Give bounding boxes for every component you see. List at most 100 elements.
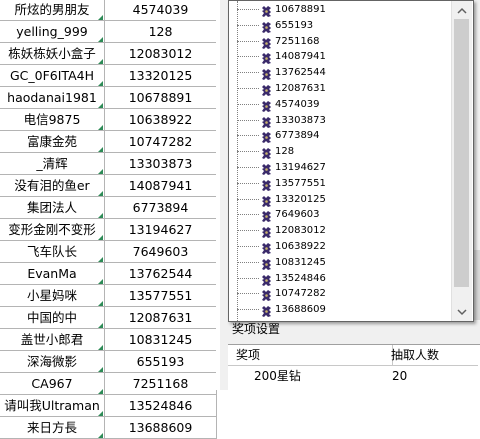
user-id-cell[interactable]: 7251168 bbox=[105, 373, 217, 395]
list-item[interactable]: 4574039 bbox=[229, 97, 451, 112]
table-row: 集团法人 6773894 bbox=[0, 197, 218, 219]
list-item-label: 13303873 bbox=[275, 114, 326, 126]
user-id-cell[interactable]: 14087941 bbox=[105, 175, 217, 197]
count-column-header[interactable]: 抽取人数 bbox=[385, 345, 478, 366]
nickname-cell[interactable]: yelling_999 bbox=[0, 21, 105, 43]
nickname-cell[interactable]: 所炫的男朋友 bbox=[0, 0, 105, 21]
prize-column-header[interactable]: 奖项 bbox=[228, 345, 393, 366]
list-item-label: 12087631 bbox=[275, 83, 326, 94]
user-icon bbox=[261, 19, 272, 33]
nickname-cell[interactable]: GC_0F6ITA4H bbox=[0, 65, 105, 87]
prize-table[interactable]: 奖项 抽取人数 200星钻 20 bbox=[228, 344, 480, 391]
user-id-cell[interactable]: 10638922 bbox=[105, 109, 217, 131]
list-item[interactable]: 14087941 bbox=[229, 49, 451, 65]
user-icon bbox=[261, 224, 272, 239]
user-id-cell[interactable]: 12083012 bbox=[105, 43, 217, 65]
nickname-cell[interactable]: 电信9875 bbox=[0, 109, 105, 131]
user-id-cell[interactable]: 12087631 bbox=[105, 307, 217, 329]
table-row: CA967 7251168 bbox=[0, 373, 218, 395]
nickname-cell[interactable]: 没有泪的鱼er bbox=[0, 175, 105, 197]
scroll-down-button[interactable] bbox=[454, 304, 470, 318]
tree-branch-line bbox=[237, 167, 259, 168]
user-id-cell[interactable]: 10831245 bbox=[105, 329, 217, 351]
list-item[interactable]: 7251168 bbox=[229, 34, 451, 49]
user-id-cell[interactable]: 13303873 bbox=[105, 153, 217, 175]
tree-branch-line bbox=[237, 198, 259, 200]
list-item[interactable]: 7649603 bbox=[229, 207, 451, 223]
list-item-label: 10747282 bbox=[275, 288, 326, 300]
list-item-label: 10831245 bbox=[275, 256, 326, 268]
count-cell[interactable]: 20 bbox=[392, 366, 407, 386]
table-row: 来日方長 13688609 bbox=[0, 417, 218, 439]
list-item[interactable]: 6773894 bbox=[229, 128, 451, 144]
list-item[interactable]: 12087631 bbox=[229, 81, 451, 96]
list-item[interactable]: 13688609 bbox=[229, 302, 451, 318]
nickname-cell[interactable]: 集团法人 bbox=[0, 197, 105, 219]
list-item[interactable]: 10678891 bbox=[229, 2, 451, 17]
list-item[interactable]: 13303873 bbox=[229, 113, 451, 128]
user-id-cell[interactable]: 13524846 bbox=[105, 395, 217, 417]
user-id-cell[interactable]: 13194627 bbox=[105, 219, 217, 241]
list-item-label: 13194627 bbox=[275, 162, 326, 173]
nickname-cell[interactable]: 富康金苑 bbox=[0, 131, 105, 153]
list-item[interactable]: 13524846 bbox=[229, 271, 451, 286]
table-row: _清辉 13303873 bbox=[0, 153, 218, 175]
list-item[interactable]: 13577551 bbox=[229, 176, 451, 191]
list-item-label: 13688609 bbox=[275, 304, 326, 316]
user-id-cell[interactable]: 13688609 bbox=[105, 417, 217, 439]
user-icon bbox=[261, 208, 272, 223]
list-item[interactable]: 10831245 bbox=[229, 255, 451, 270]
nickname-cell[interactable]: 变形金刚不变形 bbox=[0, 219, 105, 241]
nickname-cell[interactable]: 中国的中 bbox=[0, 307, 105, 329]
nickname-cell[interactable]: 小星妈咪 bbox=[0, 285, 105, 307]
user-id-cell[interactable]: 7649603 bbox=[105, 241, 217, 263]
list-item-label: 13320125 bbox=[275, 193, 326, 205]
list-item[interactable]: 10747282 bbox=[229, 286, 451, 302]
user-icon bbox=[261, 145, 272, 160]
user-icon bbox=[261, 161, 272, 175]
user-id-cell[interactable]: 10678891 bbox=[105, 87, 217, 109]
list-item[interactable]: 12083012 bbox=[229, 223, 451, 239]
user-icon bbox=[261, 303, 272, 318]
user-id-cell[interactable]: 4574039 bbox=[105, 0, 217, 21]
comment-marker-icon bbox=[98, 279, 103, 284]
nickname-cell[interactable]: _清辉 bbox=[0, 153, 105, 175]
list-item[interactable]: 128 bbox=[229, 144, 451, 160]
tree-branch-line bbox=[237, 182, 259, 184]
comment-marker-icon bbox=[98, 15, 103, 20]
comment-marker-icon bbox=[98, 213, 103, 218]
user-id-cell[interactable]: 655193 bbox=[105, 351, 217, 373]
nickname-cell[interactable]: 来日方長 bbox=[0, 417, 105, 439]
list-item[interactable]: 13194627 bbox=[229, 160, 451, 175]
comment-marker-icon bbox=[98, 103, 103, 108]
scroll-thumb[interactable] bbox=[454, 19, 469, 287]
nickname-cell[interactable]: 栋妖栋妖小盒子 bbox=[0, 43, 105, 65]
list-item[interactable]: 13320125 bbox=[229, 192, 451, 207]
nickname-cell[interactable]: 请叫我Ultraman bbox=[0, 395, 105, 417]
comment-marker-icon bbox=[98, 411, 103, 416]
user-id-cell[interactable]: 6773894 bbox=[105, 197, 217, 219]
nickname-cell[interactable]: EvanMa bbox=[0, 263, 105, 285]
user-id-cell[interactable]: 128 bbox=[105, 21, 217, 43]
user-icon bbox=[261, 35, 272, 49]
user-id-cell[interactable]: 10747282 bbox=[105, 131, 217, 153]
list-item[interactable]: 13762544 bbox=[229, 65, 451, 81]
user-icon bbox=[261, 272, 272, 286]
scroll-up-button[interactable] bbox=[454, 3, 470, 17]
user-id-cell[interactable]: 13577551 bbox=[105, 285, 217, 307]
list-item[interactable]: 655193 bbox=[229, 18, 451, 33]
prize-group-label: 奖项设置 bbox=[232, 322, 281, 336]
nickname-cell[interactable]: 深海微影 bbox=[0, 351, 105, 373]
vertical-scrollbar[interactable] bbox=[451, 1, 472, 321]
user-id-dropdown[interactable]: 10678891 655193 7251168 14087941 13762544 120… bbox=[228, 0, 474, 322]
nickname-cell[interactable]: haodanai1981 bbox=[0, 87, 105, 109]
list-item[interactable]: 10638922 bbox=[229, 239, 451, 254]
chevron-down-icon bbox=[457, 309, 467, 316]
nickname-cell[interactable]: 飞车队长 bbox=[0, 241, 105, 263]
nickname-cell[interactable]: 盖世小郎君 bbox=[0, 329, 105, 351]
user-id-cell[interactable]: 13762544 bbox=[105, 263, 217, 285]
nickname-cell[interactable]: CA967 bbox=[0, 373, 105, 395]
user-id-cell[interactable]: 13320125 bbox=[105, 65, 217, 87]
prize-cell[interactable]: 200星钻 bbox=[254, 366, 301, 386]
list-item-label: 7649603 bbox=[275, 209, 320, 221]
